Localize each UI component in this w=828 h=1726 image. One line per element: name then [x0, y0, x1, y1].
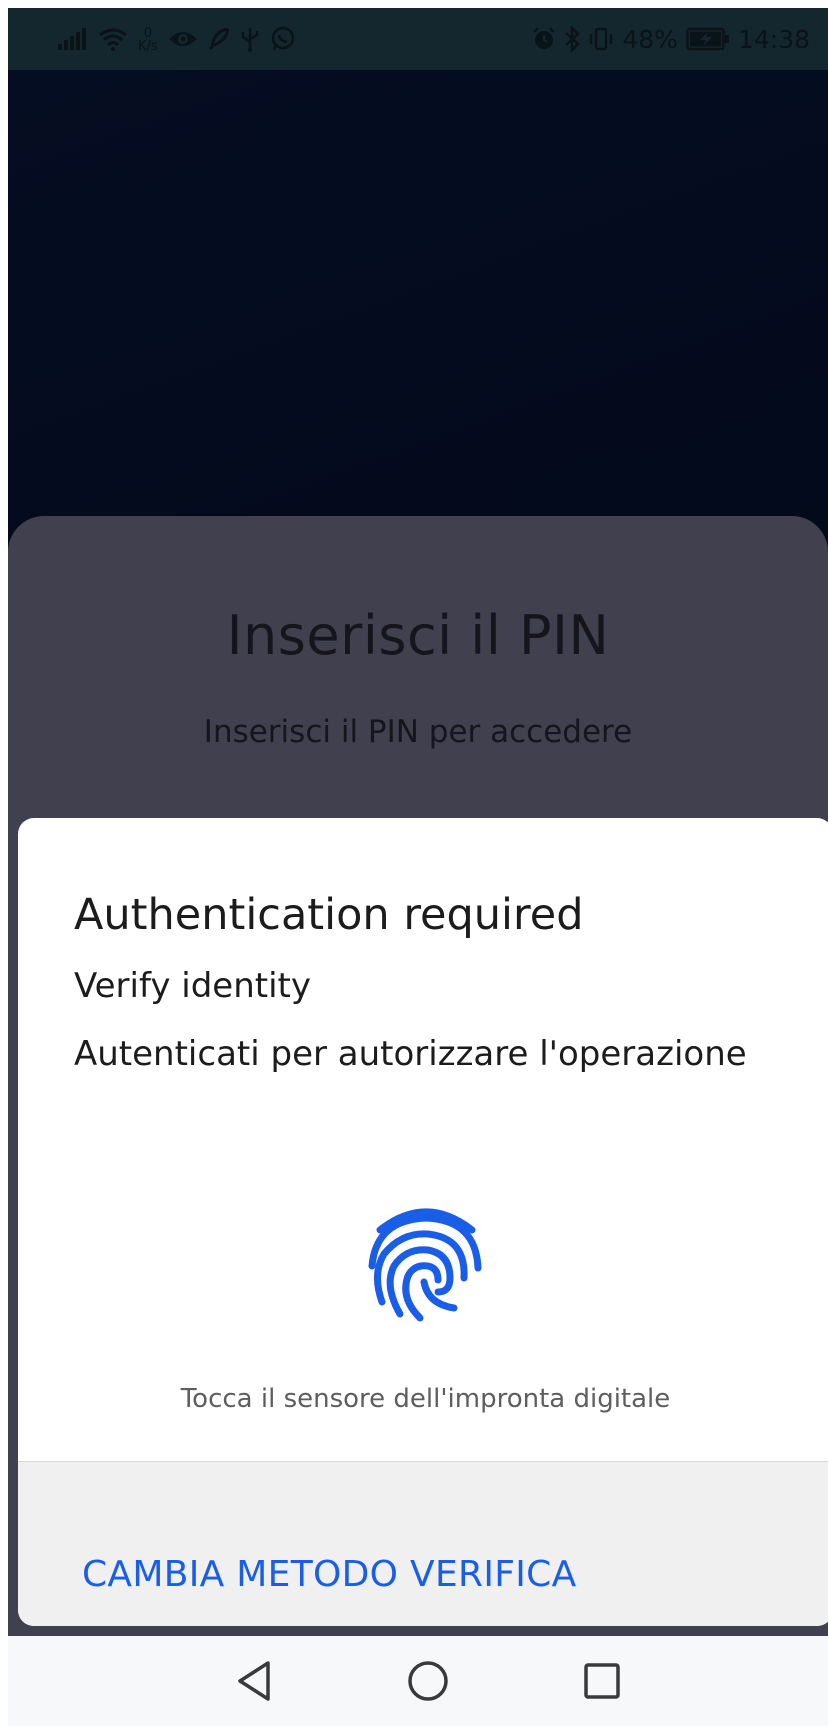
usb-icon — [240, 26, 260, 52]
screen: 0 K/s 48% 14:38 Inserisci il PIN Inseris… — [8, 8, 828, 1726]
signal-icon — [58, 28, 88, 50]
clock: 14:38 — [737, 24, 810, 54]
status-left-icons: 0 K/s — [58, 22, 296, 56]
whatsapp-icon — [270, 26, 296, 52]
navigation-bar — [8, 1636, 828, 1726]
pin-title: Inserisci il PIN — [226, 604, 610, 667]
back-button[interactable] — [230, 1658, 278, 1706]
status-right-icons: 48% 14:38 — [532, 22, 810, 56]
auth-dialog-description: Autenticati per autorizzare l'operazione — [74, 1034, 747, 1074]
feather-icon — [208, 27, 230, 51]
auth-dialog-subtitle: Verify identity — [74, 966, 311, 1006]
auth-dialog-footer: CAMBIA METODO VERIFICA — [18, 1461, 828, 1626]
eye-icon — [168, 29, 198, 49]
battery-percent: 48% — [622, 24, 678, 54]
battery-charging-icon — [686, 27, 730, 51]
fingerprint-icon[interactable] — [366, 1196, 486, 1326]
wifi-icon — [98, 27, 128, 51]
back-icon — [234, 1659, 274, 1706]
home-icon — [406, 1659, 450, 1706]
auth-dialog: Authentication required Verify identity … — [18, 818, 828, 1626]
status-bar: 0 K/s 48% 14:38 — [8, 8, 828, 70]
home-button[interactable] — [404, 1658, 452, 1706]
auth-dialog-title: Authentication required — [74, 890, 584, 940]
alarm-icon — [532, 27, 556, 51]
recents-icon — [582, 1661, 622, 1704]
net-speed: 0 K/s — [138, 27, 158, 53]
fingerprint-hint: Tocca il sensore dell'impronta digitale — [180, 1384, 671, 1414]
change-verification-method-button[interactable]: CAMBIA METODO VERIFICA — [82, 1554, 577, 1595]
net-speed-unit: K/s — [138, 39, 158, 54]
vibrate-icon — [588, 27, 614, 51]
pin-subtitle: Inserisci il PIN per accedere — [203, 714, 633, 750]
bluetooth-icon — [564, 26, 581, 52]
recents-button[interactable] — [578, 1658, 626, 1706]
